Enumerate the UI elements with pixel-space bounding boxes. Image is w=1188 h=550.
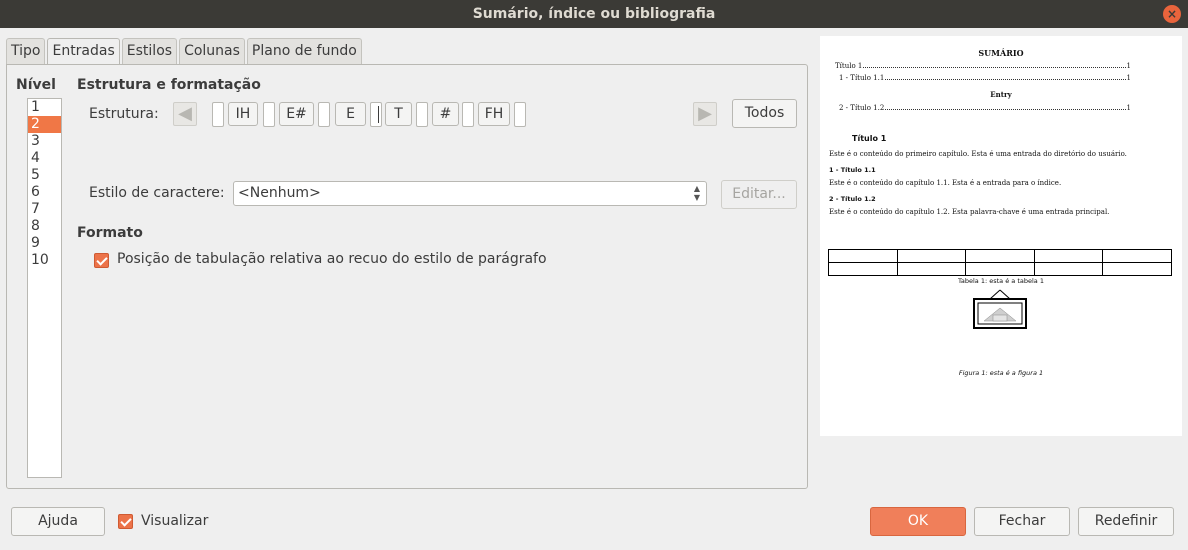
window-title: Sumário, índice ou bibliografia: [472, 6, 716, 22]
structure-token-ih[interactable]: IH: [228, 102, 258, 126]
preview-heading-1-2: 2 - Título 1.2: [829, 195, 876, 203]
level-item-1[interactable]: 1: [28, 99, 61, 116]
structure-gap[interactable]: [318, 102, 330, 127]
picture-frame-icon: [973, 289, 1027, 329]
spin-arrows-icon: ▲ ▼: [693, 184, 700, 202]
level-header: Nível: [16, 77, 56, 93]
entries-panel: Nível 1 2 3 4 5 6 7 8 9 10 Estrutura e f…: [6, 64, 808, 489]
preview-heading-1-1: 1 - Título 1.1: [829, 166, 876, 174]
close-button[interactable]: Fechar: [974, 507, 1070, 536]
char-style-value: <Nenhum>: [238, 185, 321, 201]
preview-heading-1: Título 1: [852, 134, 887, 143]
level-item-2[interactable]: 2: [28, 116, 61, 133]
preview-checkbox[interactable]: [118, 514, 133, 529]
preview-toc-entry: 2 - Título 1.2 1: [839, 104, 1131, 112]
structure-gap[interactable]: [416, 102, 428, 127]
char-style-label: Estilo de caractere:: [89, 185, 225, 201]
structure-gap[interactable]: [263, 102, 275, 127]
level-item-10[interactable]: 10: [28, 252, 61, 269]
preview-figure-caption: Figura 1: esta é a figura 1: [958, 369, 1044, 377]
structure-section-title: Estrutura e formatação: [77, 77, 261, 93]
arrow-left-icon[interactable]: ◀: [173, 102, 197, 126]
tab-plano-de-fundo[interactable]: Plano de fundo: [246, 38, 362, 65]
structure-token-e[interactable]: E: [335, 102, 366, 126]
preview-paragraph: Este é o conteúdo do primeiro capítulo. …: [829, 150, 1127, 158]
structure-gap[interactable]: [370, 102, 382, 127]
level-item-4[interactable]: 4: [28, 150, 61, 167]
level-item-9[interactable]: 9: [28, 235, 61, 252]
level-item-6[interactable]: 6: [28, 184, 61, 201]
all-button[interactable]: Todos: [732, 99, 797, 128]
arrow-right-icon[interactable]: ▶: [693, 102, 717, 126]
structure-gap[interactable]: [462, 102, 474, 127]
preview-table: [828, 249, 1172, 276]
level-item-7[interactable]: 7: [28, 201, 61, 218]
preview-pane: SUMÁRIO Título 11 1 - Título 1.1 1 Entry …: [820, 36, 1182, 436]
tab-colunas[interactable]: Colunas: [179, 38, 245, 65]
preview-toc-entry: Título 11: [835, 62, 1131, 70]
reset-button[interactable]: Redefinir: [1078, 507, 1174, 536]
structure-token-t[interactable]: T: [385, 102, 412, 126]
text-cursor: [378, 106, 379, 123]
structure-token-e-number[interactable]: E#: [279, 102, 314, 126]
structure-label: Estrutura:: [89, 106, 159, 122]
preview-paragraph: Este é o conteúdo do capítulo 1.2. Esta …: [829, 208, 1110, 216]
level-item-5[interactable]: 5: [28, 167, 61, 184]
tab-bar: Tipo Entradas Estilos Colunas Plano de f…: [6, 38, 364, 66]
structure-gap[interactable]: [212, 102, 224, 127]
level-item-8[interactable]: 8: [28, 218, 61, 235]
preview-toc-entry-label: Entry: [990, 90, 1012, 99]
close-icon[interactable]: ×: [1163, 5, 1181, 23]
tab-tipo[interactable]: Tipo: [6, 38, 46, 65]
tab-relative-checkbox[interactable]: [94, 253, 109, 268]
tab-estilos[interactable]: Estilos: [121, 38, 178, 65]
level-list[interactable]: 1 2 3 4 5 6 7 8 9 10: [27, 98, 62, 478]
preview-toc-entry: 1 - Título 1.1 1: [839, 74, 1131, 82]
char-style-select[interactable]: <Nenhum> ▲ ▼: [233, 181, 707, 206]
format-section-title: Formato: [77, 225, 143, 241]
window-titlebar: Sumário, índice ou bibliografia ×: [0, 0, 1188, 28]
structure-token-fh[interactable]: FH: [478, 102, 510, 126]
preview-table-caption: Tabela 1: esta é a tabela 1: [958, 277, 1044, 285]
structure-gap[interactable]: [514, 102, 526, 127]
tab-relative-label[interactable]: Posição de tabulação relativa ao recuo d…: [117, 251, 547, 267]
tab-entradas[interactable]: Entradas: [47, 38, 120, 66]
structure-token-page[interactable]: #: [432, 102, 459, 126]
preview-toc-title: SUMÁRIO: [978, 48, 1024, 58]
preview-paragraph: Este é o conteúdo do capítulo 1.1. Esta …: [829, 179, 1062, 187]
level-item-3[interactable]: 3: [28, 133, 61, 150]
ok-button[interactable]: OK: [870, 507, 966, 536]
help-button[interactable]: Ajuda: [11, 507, 105, 536]
preview-checkbox-label[interactable]: Visualizar: [141, 513, 208, 529]
edit-button[interactable]: Editar...: [721, 180, 797, 209]
